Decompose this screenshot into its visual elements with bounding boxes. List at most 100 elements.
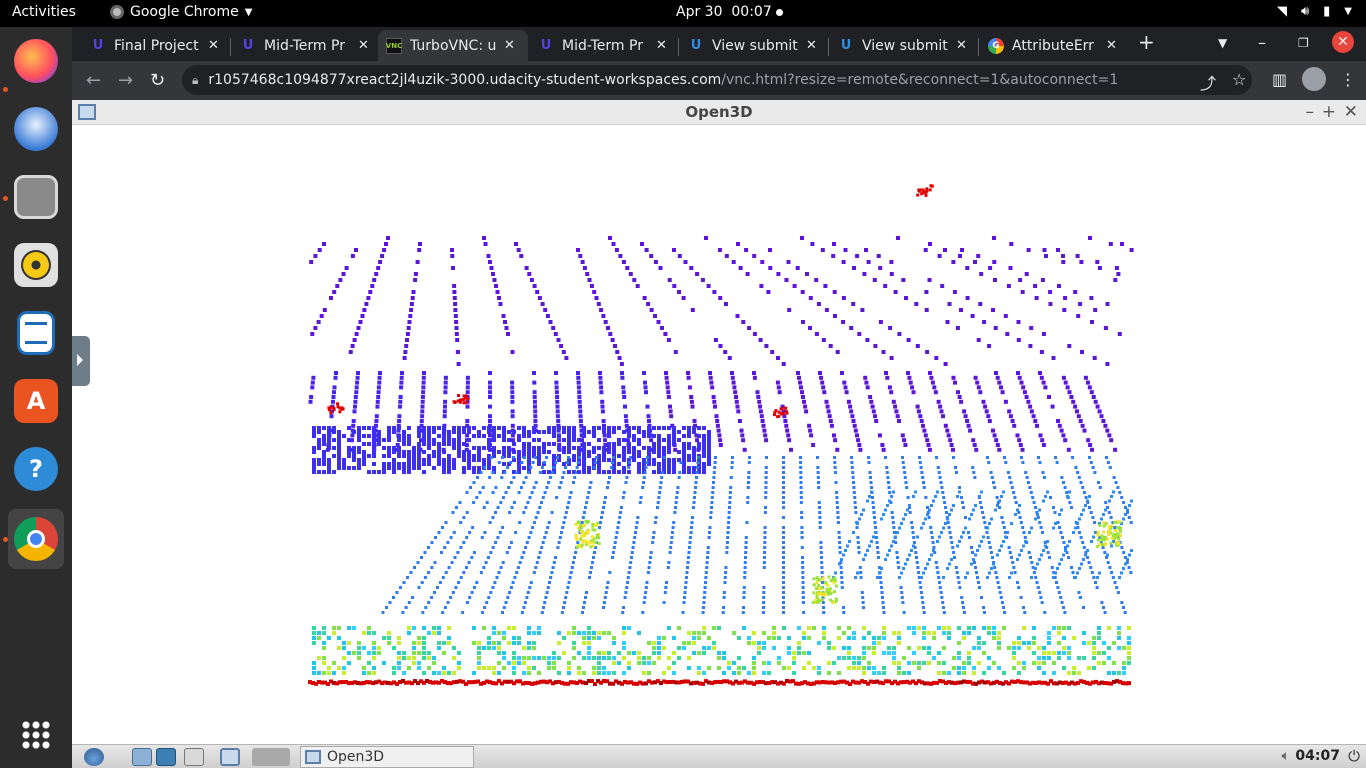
point-cloud-view (308, 184, 1134, 686)
files-icon (14, 175, 58, 219)
ubuntu-dock: A ? (0, 27, 72, 768)
url-host: r1057468c1094877xreact2jl4uzik-3000.udac… (208, 72, 722, 88)
tab-label: Final Project (114, 37, 199, 54)
running-indicator (3, 537, 8, 542)
notification-dot (776, 9, 783, 16)
desktop-icon[interactable] (220, 748, 240, 766)
terminal-icon[interactable] (156, 748, 176, 766)
udacity-icon: U (92, 38, 104, 53)
start-menu-icon[interactable] (84, 748, 104, 766)
task-label: Open3D (327, 749, 385, 765)
profile-avatar[interactable] (1302, 67, 1326, 91)
tab-search-button[interactable]: ▼ (1218, 36, 1227, 50)
tab-final-project[interactable]: U Final Project ✕ (82, 30, 230, 61)
dock-rhythmbox[interactable] (8, 237, 64, 293)
gnome-top-bar: Activities Google Chrome ▼ Apr 30 00:07 … (0, 0, 1366, 27)
thunderbird-icon (14, 107, 58, 151)
browser-icon[interactable] (184, 748, 204, 766)
show-applications-button[interactable] (8, 707, 64, 763)
side-panel-icon[interactable]: ▥ (1272, 70, 1287, 89)
clock-time: 00:07 (731, 4, 772, 20)
tab-turbovnc[interactable]: VNC TurboVNC: u ✕ (378, 30, 528, 61)
clock-date: Apr 30 (676, 4, 723, 20)
tab-label: Mid-Term Pr (264, 37, 345, 54)
window-icon (305, 750, 321, 764)
tab-view-submission-1[interactable]: U View submit ✕ (680, 30, 828, 61)
volume-icon[interactable]: 🔈︎ (1282, 748, 1290, 764)
dock-ubuntu-software[interactable]: A (8, 373, 64, 429)
dock-firefox[interactable] (8, 33, 64, 89)
chrome-app-icon (110, 5, 124, 19)
activities-button[interactable]: Activities (12, 4, 76, 20)
close-icon[interactable]: ✕ (956, 38, 967, 53)
rhythmbox-icon (14, 243, 58, 287)
grid-icon (21, 720, 51, 750)
tab-label: TurboVNC: u (410, 37, 496, 54)
file-manager-icon[interactable] (132, 748, 152, 766)
forward-button[interactable]: → (118, 70, 133, 91)
battery-icon: ▮ (1323, 4, 1331, 19)
close-icon[interactable]: ✕ (358, 38, 369, 53)
app-menu[interactable]: Google Chrome ▼ (110, 4, 252, 20)
share-icon[interactable]: ⤴ (1200, 70, 1216, 94)
maximize-button[interactable]: + (1322, 102, 1336, 122)
open3d-window-titlebar: Open3D – + ✕ (72, 100, 1366, 125)
close-icon[interactable]: ✕ (656, 38, 667, 53)
reload-button[interactable]: ↻ (150, 70, 165, 91)
system-tray[interactable]: ◥ 🔊︎ ▮ ▼ (1277, 4, 1352, 19)
minimize-button[interactable]: – (1258, 33, 1266, 52)
dock-files[interactable] (8, 169, 64, 225)
lock-icon[interactable]: 🔒︎ (192, 73, 198, 88)
firefox-icon (14, 39, 58, 83)
tab-view-submission-2[interactable]: U View submit ✕ (830, 30, 978, 61)
chevron-down-icon: ▼ (244, 6, 253, 18)
taskbar-clock: 04:07 (1295, 748, 1340, 764)
menu-kebab-icon[interactable]: ⋮ (1340, 70, 1356, 89)
taskbar-task-open3d[interactable]: Open3D (300, 746, 474, 768)
close-icon[interactable]: ✕ (1106, 38, 1117, 53)
dock-help[interactable]: ? (8, 441, 64, 497)
clock[interactable]: Apr 30 00:07 (676, 4, 772, 20)
new-tab-button[interactable]: + (1138, 30, 1155, 54)
tab-label: Mid-Term Pr (562, 37, 643, 54)
close-icon[interactable]: ✕ (504, 38, 515, 53)
address-bar[interactable]: 🔒︎ r1057468c1094877xreact2jl4uzik-3000.u… (182, 65, 1252, 95)
tab-mid-term-1[interactable]: U Mid-Term Pr ✕ (232, 30, 380, 61)
chrome-icon (14, 517, 58, 561)
volume-icon: 🔊︎ (1300, 4, 1310, 19)
back-button[interactable]: ← (86, 70, 101, 91)
chevron-down-icon: ▼ (1344, 6, 1352, 17)
software-store-icon: A (14, 379, 58, 423)
tab-label: AttributeErr (1012, 37, 1094, 54)
google-icon: G (988, 37, 1004, 54)
close-icon[interactable]: ✕ (208, 38, 219, 53)
udacity-icon: U (690, 38, 702, 53)
power-icon[interactable]: ⏻ (1348, 747, 1360, 765)
close-icon[interactable]: ✕ (806, 38, 817, 53)
tab-label: View submit (712, 37, 798, 54)
open3d-render-canvas[interactable] (72, 126, 1366, 744)
dock-google-chrome[interactable] (8, 509, 64, 569)
novnc-control-bar-handle[interactable] (72, 336, 90, 386)
running-indicator (3, 196, 8, 201)
writer-icon (17, 311, 55, 355)
close-button[interactable]: ✕ (1344, 102, 1358, 122)
restore-button[interactable]: ❐ (1298, 36, 1309, 50)
close-window-button[interactable]: ✕ (1332, 31, 1354, 53)
chrome-tab-strip: U Final Project ✕ U Mid-Term Pr ✕ VNC Tu… (72, 27, 1366, 61)
url-path: /vnc.html?resize=remote&reconnect=1&auto… (721, 72, 1119, 88)
chrome-toolbar: ← → ↻ 🔒︎ r1057468c1094877xreact2jl4uzik-… (72, 61, 1366, 100)
app-menu-label: Google Chrome (130, 4, 239, 20)
bookmark-star-icon[interactable]: ☆ (1232, 70, 1246, 89)
dock-libreoffice-writer[interactable] (8, 305, 64, 361)
dock-thunderbird[interactable] (8, 101, 64, 157)
wifi-icon: ◥ (1276, 4, 1287, 19)
minimize-button[interactable]: – (1306, 102, 1315, 122)
window-title: Open3D (685, 103, 753, 121)
tab-mid-term-2[interactable]: U Mid-Term Pr ✕ (530, 30, 678, 61)
help-icon: ? (14, 447, 58, 491)
tab-label: View submit (862, 37, 948, 54)
workspace-switcher[interactable] (252, 748, 290, 766)
running-indicator (3, 87, 8, 92)
tab-attributeerror[interactable]: G AttributeErr ✕ (980, 30, 1132, 61)
